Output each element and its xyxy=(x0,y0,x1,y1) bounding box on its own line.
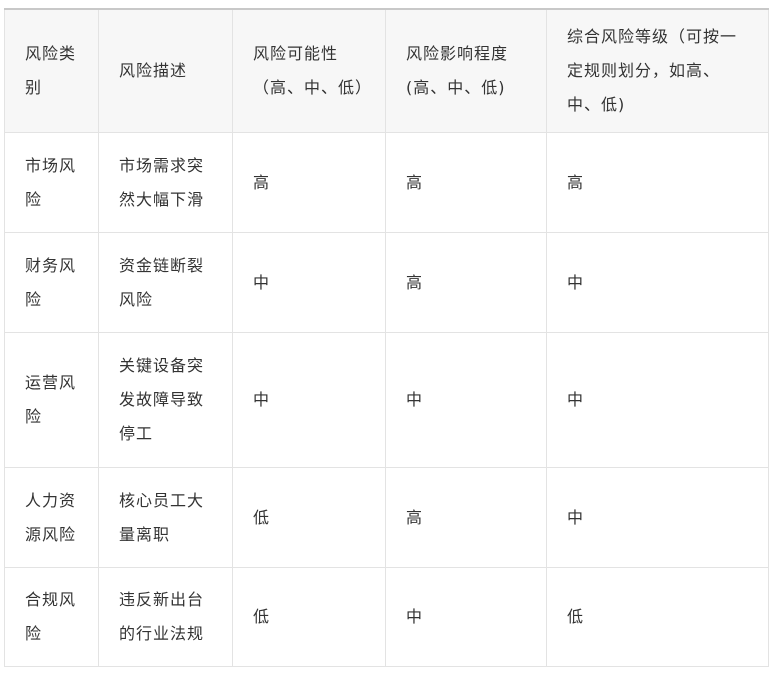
cell-risk-impact: 中 xyxy=(385,332,547,468)
cell-overall-risk-level: 低 xyxy=(546,567,769,667)
cell-risk-category: 市场风险 xyxy=(4,132,99,233)
cell-overall-risk-level: 中 xyxy=(546,467,769,568)
header-risk-impact: 风险影响程度(高、中、低) xyxy=(385,8,547,133)
cell-risk-category: 运营风险 xyxy=(4,332,99,468)
header-risk-likelihood: 风险可能性（高、中、低） xyxy=(232,8,386,133)
cell-risk-likelihood: 高 xyxy=(232,132,386,233)
cell-risk-impact: 高 xyxy=(385,132,547,233)
header-overall-risk-level: 综合风险等级（可按一定规则划分，如高、中、低) xyxy=(546,8,769,133)
table-header-row: 风险类别 风险描述 风险可能性（高、中、低） 风险影响程度(高、中、低) 综合风… xyxy=(4,8,769,133)
cell-risk-impact: 高 xyxy=(385,232,547,333)
cell-overall-risk-level: 中 xyxy=(546,232,769,333)
cell-overall-risk-level: 中 xyxy=(546,332,769,468)
cell-risk-likelihood: 低 xyxy=(232,567,386,667)
header-risk-description: 风险描述 xyxy=(98,8,233,133)
cell-risk-likelihood: 中 xyxy=(232,332,386,468)
cell-risk-impact: 高 xyxy=(385,467,547,568)
cell-risk-category: 财务风险 xyxy=(4,232,99,333)
table-row: 财务风险 资金链断裂风险 中 高 中 xyxy=(4,232,769,333)
cell-risk-description: 核心员工大量离职 xyxy=(98,467,233,568)
header-risk-category: 风险类别 xyxy=(4,8,99,133)
risk-assessment-table: 风险类别 风险描述 风险可能性（高、中、低） 风险影响程度(高、中、低) 综合风… xyxy=(4,8,769,667)
cell-risk-category: 合规风险 xyxy=(4,567,99,667)
cell-risk-description: 市场需求突然大幅下滑 xyxy=(98,132,233,233)
cell-risk-category: 人力资源风险 xyxy=(4,467,99,568)
cell-risk-description: 关键设备突发故障导致停工 xyxy=(98,332,233,468)
table-row: 合规风险 违反新出台的行业法规 低 中 低 xyxy=(4,567,769,667)
cell-overall-risk-level: 高 xyxy=(546,132,769,233)
cell-risk-likelihood: 低 xyxy=(232,467,386,568)
table-row: 市场风险 市场需求突然大幅下滑 高 高 高 xyxy=(4,132,769,233)
cell-risk-impact: 中 xyxy=(385,567,547,667)
table-row: 人力资源风险 核心员工大量离职 低 高 中 xyxy=(4,467,769,568)
cell-risk-likelihood: 中 xyxy=(232,232,386,333)
cell-risk-description: 违反新出台的行业法规 xyxy=(98,567,233,667)
cell-risk-description: 资金链断裂风险 xyxy=(98,232,233,333)
table-row: 运营风险 关键设备突发故障导致停工 中 中 中 xyxy=(4,332,769,468)
